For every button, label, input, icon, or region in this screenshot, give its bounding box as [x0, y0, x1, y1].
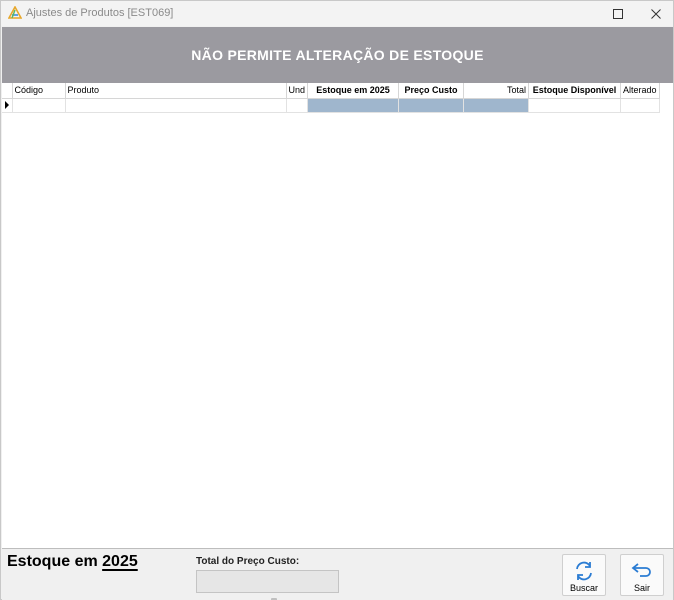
stock-label-prefix: Estoque em	[7, 553, 103, 570]
warning-banner: NÃO PERMITE ALTERAÇÃO DE ESTOQUE	[2, 27, 673, 83]
table-header-row: Código Produto Und Estoque em 2025 Preço…	[2, 83, 660, 99]
column-header-estoque-disponivel[interactable]: Estoque Disponível	[528, 83, 622, 99]
table-row[interactable]	[2, 98, 660, 113]
close-button[interactable]	[633, 1, 674, 26]
footer-panel: Estoque em 2025 Total do Preço Custo: Bu…	[2, 550, 673, 600]
total-cost-label: Total do Preço Custo:	[196, 556, 300, 567]
cell-estoque-2025[interactable]	[307, 98, 400, 113]
column-header-codigo[interactable]: Código	[12, 83, 66, 99]
column-header-total[interactable]: Total	[463, 83, 530, 99]
cell-total[interactable]	[463, 98, 530, 113]
cell-estoque-disponivel[interactable]	[528, 98, 622, 113]
row-indicator	[2, 98, 13, 113]
stock-year-label: Estoque em 2025	[7, 553, 138, 571]
row-indicator-header	[2, 83, 13, 99]
column-header-preco-custo[interactable]: Preço Custo	[398, 83, 465, 99]
stock-label-year: 2025	[102, 553, 138, 570]
sair-button-label: Sair	[633, 583, 650, 593]
column-header-produto[interactable]: Produto	[65, 83, 287, 99]
cell-produto[interactable]	[65, 98, 287, 113]
column-header-alterado[interactable]: Alterado	[620, 83, 660, 99]
cell-alterado[interactable]	[620, 98, 660, 113]
cell-preco-custo[interactable]	[398, 98, 465, 113]
maximize-icon	[613, 8, 623, 19]
refresh-icon	[576, 561, 592, 581]
sair-button[interactable]: Sair	[620, 554, 664, 596]
cell-und[interactable]	[286, 98, 309, 113]
app-logo-icon	[8, 6, 22, 19]
exit-arrow-icon	[631, 563, 651, 577]
cell-codigo[interactable]	[12, 98, 66, 113]
column-header-estoque-2025[interactable]: Estoque em 2025	[307, 83, 400, 99]
title-bar[interactable]: Ajustes de Produtos [EST069]	[1, 1, 673, 26]
products-table[interactable]: Código Produto Und Estoque em 2025 Preço…	[2, 83, 660, 113]
banner-text: NÃO PERMITE ALTERAÇÃO DE ESTOQUE	[191, 47, 484, 63]
buscar-button[interactable]: Buscar	[562, 554, 606, 596]
buscar-button-label: Buscar	[569, 583, 598, 593]
window-title: Ajustes de Produtos [EST069]	[26, 7, 174, 19]
current-row-arrow-icon	[5, 101, 9, 109]
products-grid[interactable]: Código Produto Und Estoque em 2025 Preço…	[2, 83, 673, 549]
column-header-und[interactable]: Und	[286, 83, 309, 99]
close-icon	[651, 8, 661, 19]
main-window: Ajustes de Produtos [EST069] NÃO PERMITE…	[0, 0, 674, 600]
total-cost-field	[196, 570, 339, 593]
